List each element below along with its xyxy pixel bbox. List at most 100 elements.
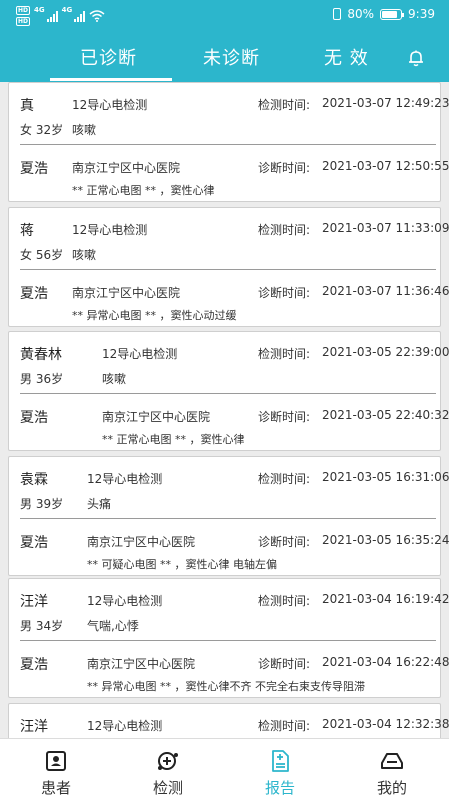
doctor-name: 夏浩 xyxy=(20,286,48,302)
patient-name: 汪洋 xyxy=(20,719,48,735)
test-time: 2021-03-07 12:49:23 xyxy=(322,96,449,110)
doctor-name: 夏浩 xyxy=(20,657,48,673)
hospital: 南京江宁区中心医院 xyxy=(72,161,181,175)
test-time: 2021-03-07 11:33:09 xyxy=(322,221,449,235)
mine-icon xyxy=(381,753,403,769)
diag-time: 2021-03-07 11:36:46 xyxy=(322,284,449,298)
status-bar: HD HD 4G 4G 80% 9:39 xyxy=(0,0,449,30)
symptom: 头痛 xyxy=(87,497,112,511)
clock: 9:39 xyxy=(408,7,435,21)
tab-diagnosed[interactable]: 已诊断 xyxy=(80,44,137,70)
test-type: 12导心电检测 xyxy=(72,98,148,112)
symptom: 咳嗽 xyxy=(72,248,97,262)
report-card[interactable]: 汪洋 12导心电检测 检测时间: 2021-03-04 16:19:42 男 3… xyxy=(8,578,449,698)
patient-name: 袁霖 xyxy=(20,472,48,488)
test-type: 12导心电检测 xyxy=(102,347,178,361)
signal-icon xyxy=(74,10,86,22)
test-type: 12导心电检测 xyxy=(87,594,163,608)
nav-label: 检测 xyxy=(152,779,183,797)
gender-age: 女 32岁 xyxy=(20,123,64,137)
nav-label: 我的 xyxy=(376,779,407,797)
status-left: HD HD 4G 4G xyxy=(16,6,105,26)
patient-name: 蒋 xyxy=(20,223,34,239)
network-type: 4G xyxy=(34,6,45,14)
test-icon xyxy=(158,752,178,770)
doctor-name: 夏浩 xyxy=(20,161,48,177)
test-time: 2021-03-04 16:19:42 xyxy=(322,592,449,606)
test-time: 2021-03-05 22:39:00 xyxy=(322,345,449,359)
test-type: 12导心电检测 xyxy=(72,223,148,237)
report-card[interactable]: 黄春林 12导心电检测 检测时间: 2021-03-05 22:39:00 男 … xyxy=(8,331,449,451)
hd-badge: HD xyxy=(16,17,31,26)
nav-report[interactable]: 报告 xyxy=(224,739,336,799)
diag-time: 2021-03-05 22:40:32 xyxy=(322,408,449,422)
network-type: 4G xyxy=(61,6,73,14)
report-card[interactable]: 蒋 12导心电检测 检测时间: 2021-03-07 11:33:09 女 56… xyxy=(8,207,449,327)
diag-time-label: 诊断时间: xyxy=(258,535,311,549)
report-card[interactable]: 袁霖 12导心电检测 检测时间: 2021-03-05 16:31:06 男 3… xyxy=(8,456,449,576)
nav-mine[interactable]: 我的 xyxy=(336,739,448,799)
diagnosis-result: ** 异常心电图 ** ，窦性心动过缓 xyxy=(72,309,237,322)
report-tabs: 已诊断 未诊断 无 效 xyxy=(0,30,449,82)
active-tab-indicator xyxy=(50,78,172,81)
diag-time: 2021-03-04 16:22:48 xyxy=(322,655,449,669)
test-time-label: 检测时间: xyxy=(258,594,311,608)
patient-name: 黄春林 xyxy=(20,347,62,363)
report-icon xyxy=(272,750,289,772)
gender-age: 男 39岁 xyxy=(20,497,64,511)
diagnosis-result: ** 异常心电图 ** ，窦性心律不齐 不完全右束支传导阻滞 xyxy=(87,680,365,693)
nav-test[interactable]: 检测 xyxy=(112,739,224,799)
diagnosis-result: ** 正常心电图 ** ，窦性心律 xyxy=(102,433,245,446)
test-time: 2021-03-04 12:32:38 xyxy=(322,717,449,731)
hospital: 南京江宁区中心医院 xyxy=(72,286,181,300)
doctor-name: 夏浩 xyxy=(20,535,48,551)
gender-age: 男 36岁 xyxy=(20,372,64,386)
diag-time-label: 诊断时间: xyxy=(258,657,311,671)
patient-name: 真 xyxy=(20,98,34,114)
test-time-label: 检测时间: xyxy=(258,98,311,112)
patient-name: 汪洋 xyxy=(20,594,48,610)
nav-label: 报告 xyxy=(264,779,295,797)
patient-icon xyxy=(46,751,66,771)
nav-patients[interactable]: 患者 xyxy=(0,739,112,799)
test-time-label: 检测时间: xyxy=(258,719,311,733)
wifi-icon xyxy=(89,10,105,22)
bell-icon[interactable] xyxy=(406,48,426,68)
battery-icon xyxy=(380,8,405,20)
doctor-name: 夏浩 xyxy=(20,410,48,426)
diagnosis-result: ** 正常心电图 ** ，窦性心律 xyxy=(72,184,215,197)
tab-invalid[interactable]: 无 效 xyxy=(324,44,369,70)
report-list[interactable]: 真 12导心电检测 检测时间: 2021-03-07 12:49:23 女 32… xyxy=(0,82,449,738)
symptom: 咳嗽 xyxy=(72,123,97,137)
diag-time-label: 诊断时间: xyxy=(258,410,311,424)
hospital: 南京江宁区中心医院 xyxy=(102,410,211,424)
test-type: 12导心电检测 xyxy=(87,472,163,486)
hospital: 南京江宁区中心医院 xyxy=(87,535,196,549)
gender-age: 女 56岁 xyxy=(20,248,64,262)
gender-age: 男 34岁 xyxy=(20,619,64,633)
bottom-nav: 患者 检测 报告 我的 xyxy=(0,738,449,799)
status-right: 80% 9:39 xyxy=(333,7,435,21)
card-divider xyxy=(20,518,436,519)
test-time-label: 检测时间: xyxy=(258,223,311,237)
hd-badge: HD xyxy=(16,6,31,15)
diagnosis-result: ** 可疑心电图 ** ，窦性心律 电轴左偏 xyxy=(87,558,277,571)
diag-time: 2021-03-05 16:35:24 xyxy=(322,533,449,547)
test-type: 12导心电检测 xyxy=(87,719,163,733)
hospital: 南京江宁区中心医院 xyxy=(87,657,196,671)
report-card[interactable]: 真 12导心电检测 检测时间: 2021-03-07 12:49:23 女 32… xyxy=(8,82,449,202)
diag-time-label: 诊断时间: xyxy=(258,286,311,300)
diag-time: 2021-03-07 12:50:55 xyxy=(322,159,449,173)
vibrate-icon xyxy=(333,8,342,20)
report-card[interactable]: 汪洋 12导心电检测 检测时间: 2021-03-04 12:32:38 xyxy=(8,703,449,738)
symptom: 气喘,心悸 xyxy=(87,619,139,633)
card-divider xyxy=(20,144,436,145)
card-divider xyxy=(20,393,436,394)
test-time: 2021-03-05 16:31:06 xyxy=(322,470,449,484)
tab-undiagnosed[interactable]: 未诊断 xyxy=(203,44,260,70)
signal-icon xyxy=(46,10,58,22)
symptom: 咳嗽 xyxy=(102,372,127,386)
diag-time-label: 诊断时间: xyxy=(258,161,311,175)
test-time-label: 检测时间: xyxy=(258,347,311,361)
test-time-label: 检测时间: xyxy=(258,472,311,486)
